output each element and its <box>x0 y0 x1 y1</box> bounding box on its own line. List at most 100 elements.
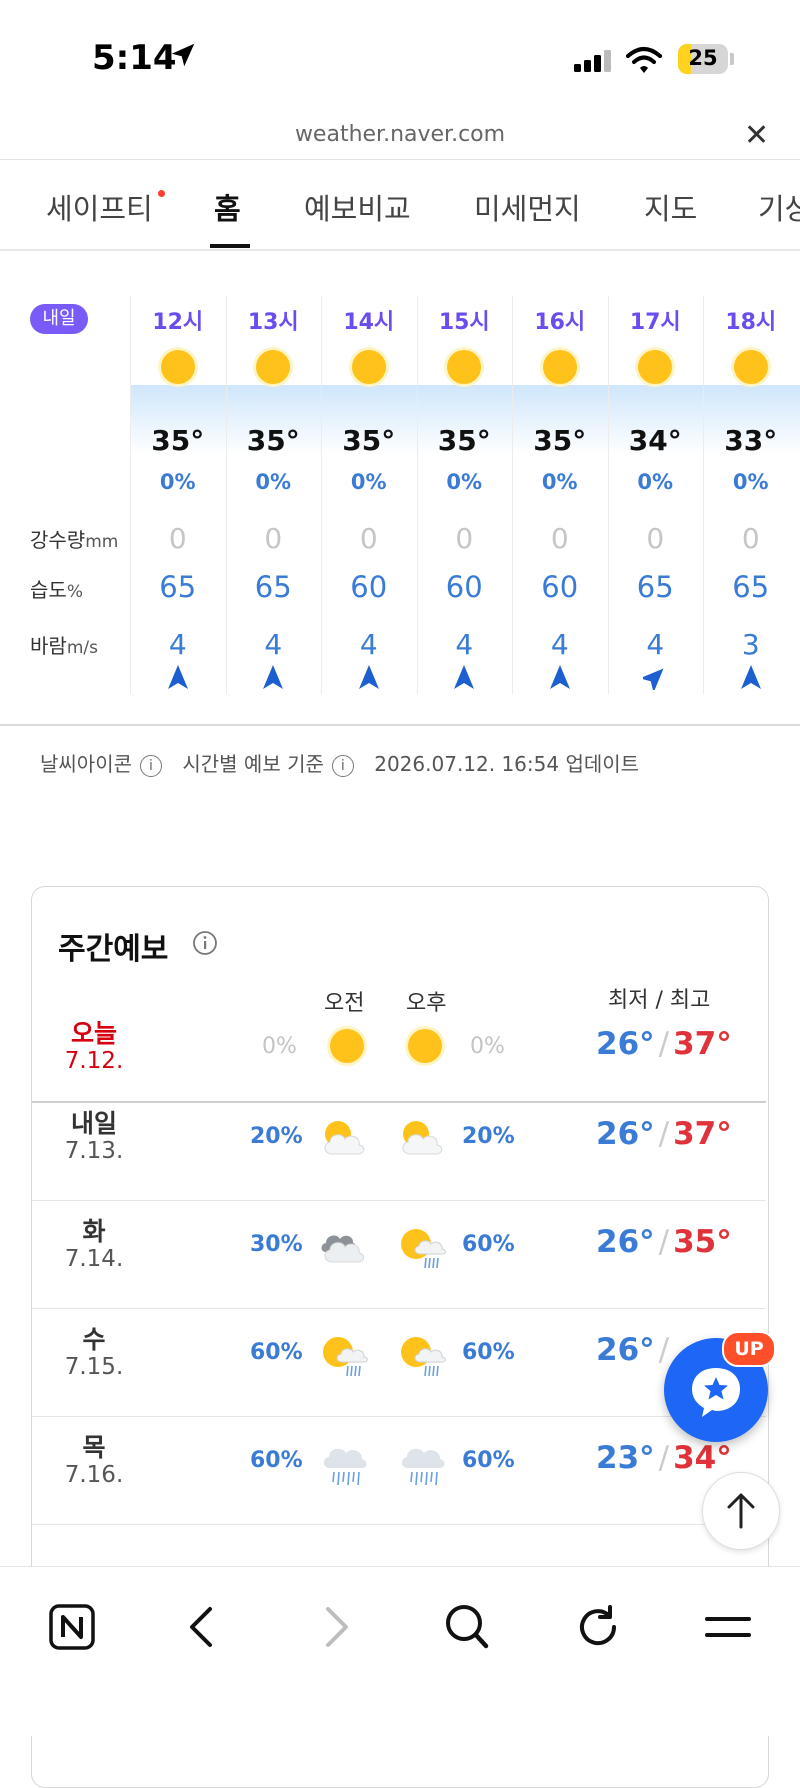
back-icon[interactable] <box>184 1605 220 1649</box>
wind-direction-arrow-icon <box>454 665 475 689</box>
min-temp: 26° <box>596 1224 655 1260</box>
weekday-label: 오늘 <box>70 1019 117 1048</box>
rain-icon <box>323 1448 367 1486</box>
pm-precip-chance: 60% <box>462 1232 515 1257</box>
hour-wind-speed: 4 <box>359 628 378 661</box>
forecast-basis-label: 시간별 예보 기준 <box>182 752 324 776</box>
tab-home[interactable]: 홈 <box>214 186 241 228</box>
temp-separator: / <box>658 1026 670 1062</box>
pm-precip-chance: 20% <box>462 1124 515 1149</box>
hour-precip: 0 <box>168 522 187 555</box>
forward-icon[interactable] <box>318 1605 354 1649</box>
hour-column-divider <box>225 296 227 694</box>
naver-home-icon[interactable] <box>48 1603 96 1651</box>
wind-label: 바람m/s <box>30 630 98 659</box>
hour-wind-direction <box>166 664 190 694</box>
hour-wind-direction <box>639 664 667 694</box>
tab-label: 기상 <box>758 192 800 226</box>
hour-temp: 35° <box>533 424 587 457</box>
new-dot-badge <box>158 190 165 197</box>
refresh-icon[interactable] <box>574 1603 622 1651</box>
hour-wind-speed: 4 <box>455 628 474 661</box>
hour-humidity: 65 <box>159 570 197 604</box>
hour-temp: 33° <box>724 424 778 457</box>
hour-pop: 0% <box>350 470 387 494</box>
min-max-temps: 23°/34° <box>596 1440 732 1476</box>
arrow-up-icon <box>727 1493 755 1529</box>
hour-column-divider <box>416 296 418 694</box>
search-icon[interactable] <box>444 1603 490 1651</box>
hour-precip: 0 <box>264 522 283 555</box>
hour-humidity: 65 <box>732 570 770 604</box>
info-icon[interactable] <box>192 930 218 956</box>
pm-precip-chance: 0% <box>470 1034 505 1059</box>
row-divider <box>32 1308 766 1309</box>
am-precip-chance: 60% <box>250 1340 303 1365</box>
hour-label: 12시 <box>152 310 204 335</box>
wind-direction-arrow-icon <box>167 665 188 689</box>
weekday-label: 내일 <box>70 1109 117 1138</box>
active-tab-underline <box>210 244 250 248</box>
hour-wind-speed: 4 <box>646 628 665 661</box>
menu-icon[interactable] <box>704 1609 752 1645</box>
hour-pop: 0% <box>732 470 769 494</box>
temp-separator: / <box>658 1116 670 1152</box>
sun-icon <box>405 1026 445 1066</box>
tab-weather-more[interactable]: 기상 <box>758 186 800 228</box>
min-max-temps: 26°/37° <box>596 1026 732 1062</box>
hour-pop: 0% <box>541 470 578 494</box>
location-arrow-icon <box>171 43 195 67</box>
tab-bar: 세이프티 홈 예보비교 미세먼지 지도 기상 <box>0 160 800 250</box>
hour-wind-direction <box>739 664 763 694</box>
weekly-title: 주간예보 <box>58 932 169 967</box>
info-icon[interactable]: i <box>140 754 162 777</box>
wind-direction-arrow-icon <box>639 668 664 693</box>
tab-safety[interactable]: 세이프티 <box>46 186 165 228</box>
hour-pop: 0% <box>446 470 483 494</box>
hour-wind-speed: 4 <box>168 628 187 661</box>
cellular-signal-icon <box>574 50 611 72</box>
close-icon[interactable]: ✕ <box>744 118 769 153</box>
am-weather <box>318 1114 374 1166</box>
scroll-top-button[interactable] <box>702 1472 780 1550</box>
hour-column-divider <box>512 296 513 694</box>
tab-map[interactable]: 지도 <box>644 186 697 228</box>
hour-humidity: 60 <box>445 570 483 604</box>
min-temp: 26° <box>596 1116 655 1152</box>
pm-weather <box>396 1222 452 1274</box>
url-bar[interactable]: weather.naver.com <box>0 122 800 147</box>
info-icon[interactable]: i <box>331 754 354 777</box>
sun-icon <box>635 347 676 387</box>
wind-direction-arrow-icon <box>549 665 570 689</box>
up-badge: UP <box>722 1331 776 1367</box>
hour-column-divider <box>321 296 322 694</box>
am-weather <box>318 1330 374 1382</box>
row-divider <box>32 1101 766 1103</box>
divider <box>0 724 800 726</box>
day-badge: 내일 <box>30 304 88 334</box>
hour-humidity: 65 <box>636 570 674 604</box>
tab-label: 미세먼지 <box>474 192 581 226</box>
hour-wind-direction <box>357 664 381 694</box>
hour-pop: 0% <box>159 470 196 494</box>
sun-icon <box>444 347 485 387</box>
hour-weather <box>538 345 582 393</box>
hour-humidity: 60 <box>541 570 579 604</box>
pm-header: 오후 <box>406 991 447 1016</box>
browser-toolbar <box>0 1566 800 1736</box>
tab-label: 예보비교 <box>304 192 411 226</box>
partly-cloudy-icon <box>402 1121 443 1155</box>
hour-temp: 35° <box>342 424 396 457</box>
tab-fine-dust[interactable]: 미세먼지 <box>474 186 581 228</box>
humidity-label: 습도% <box>30 574 83 603</box>
max-temp: 35° <box>673 1224 732 1260</box>
hour-weather <box>729 345 773 393</box>
tab-forecast-compare[interactable]: 예보비교 <box>304 186 411 228</box>
hour-label: 17시 <box>629 310 681 335</box>
am-precip-chance: 20% <box>250 1124 303 1149</box>
min-temp: 23° <box>596 1440 655 1476</box>
max-temp: 34° <box>673 1440 732 1476</box>
hour-wind-direction <box>548 664 572 694</box>
min-max-temps: 26°/37° <box>596 1116 732 1152</box>
am-precip-chance: 60% <box>250 1448 303 1473</box>
